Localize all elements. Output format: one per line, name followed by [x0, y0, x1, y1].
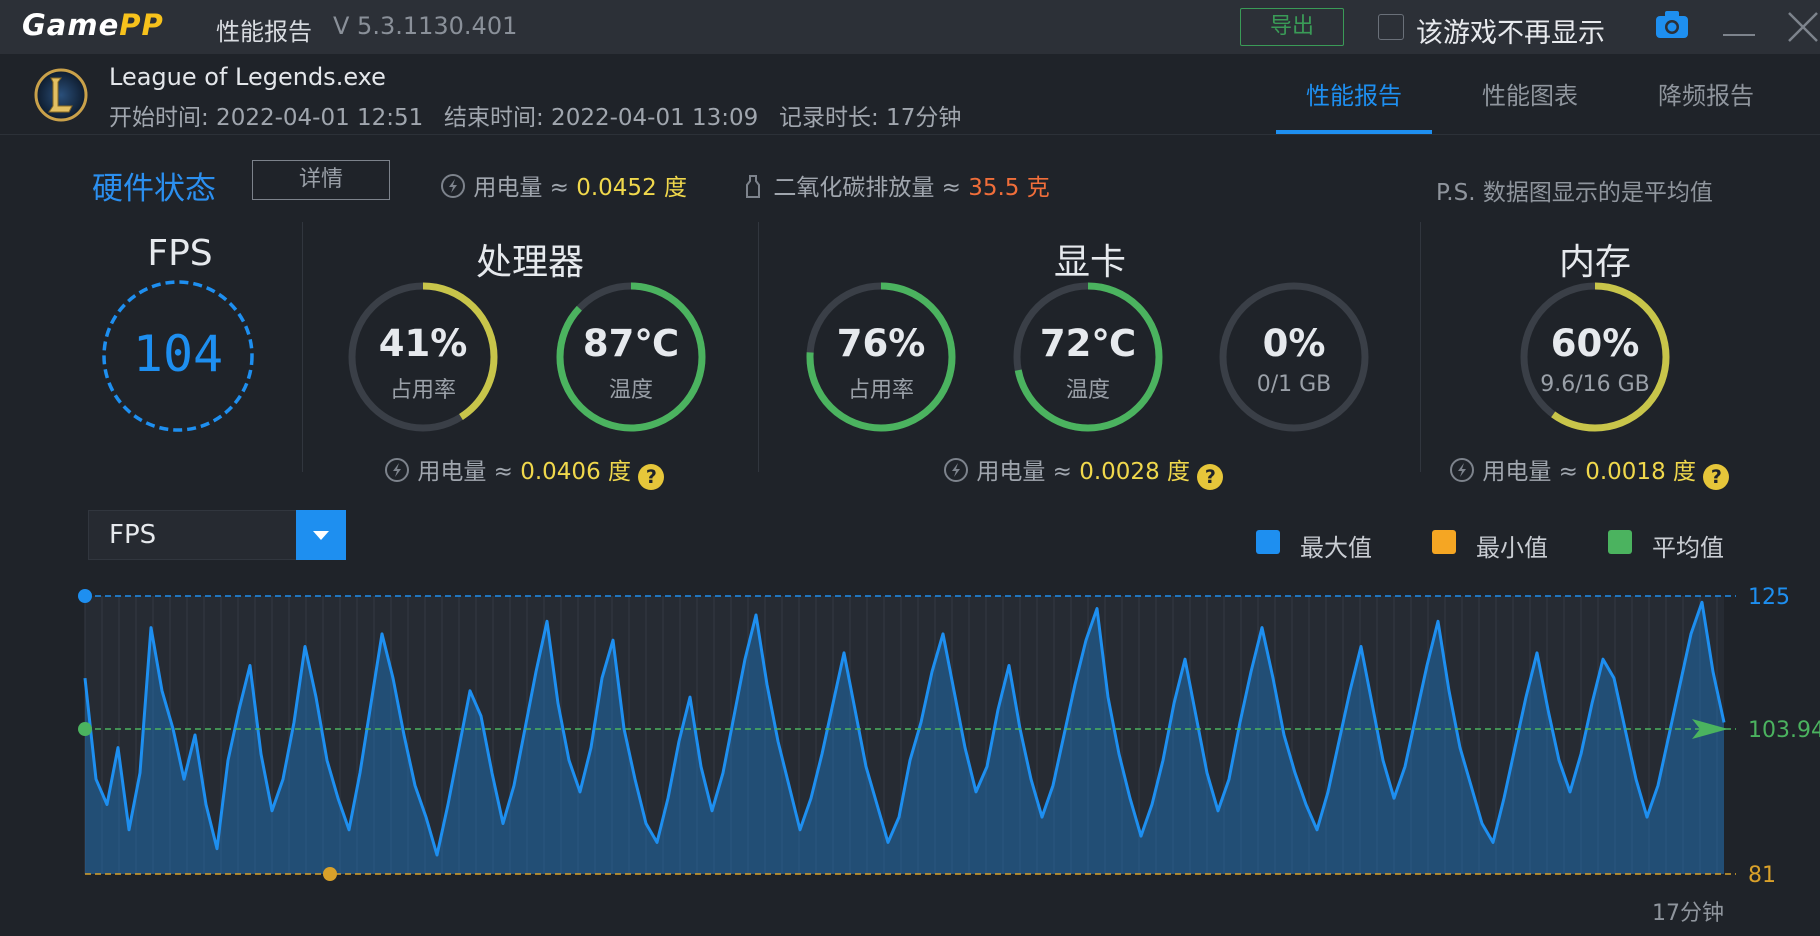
gpu-vram-label: 0/1 GB — [1256, 372, 1332, 397]
tab-performance-charts[interactable]: 性能图表 — [1482, 76, 1578, 111]
cpu-power-label: 用电量 ≈ — [417, 459, 521, 485]
memory-usage-value: 60% — [1550, 322, 1640, 365]
total-power: 用电量 ≈ 0.0452 度 — [440, 168, 687, 202]
average-note: P.S. 数据图显示的是平均值 — [1436, 180, 1713, 206]
close-icon[interactable] — [1786, 10, 1820, 44]
tab-performance-report[interactable]: 性能报告 — [1306, 76, 1402, 111]
game-name: League of Legends.exe — [109, 63, 386, 91]
app-title: 性能报告 — [216, 18, 312, 46]
memory-title: 内存 — [1558, 242, 1631, 283]
avg-marker — [78, 722, 92, 737]
chevron-down-icon[interactable] — [296, 510, 346, 560]
memory-power-value: 0.0018 度 — [1585, 459, 1697, 485]
hide-game-checkbox[interactable] — [1378, 14, 1404, 40]
divider — [758, 222, 759, 472]
cpu-usage-label: 占用率 — [389, 378, 456, 403]
metric-select[interactable]: FPS — [88, 510, 298, 560]
legend-avg-swatch — [1608, 530, 1632, 554]
league-icon — [34, 68, 88, 122]
gpu-usage-label: 占用率 — [847, 378, 914, 403]
cpu-temp-label: 温度 — [608, 378, 653, 403]
hardware-status-title: 硬件状态 — [92, 171, 216, 207]
co2-value: 35.5 克 — [968, 175, 1050, 201]
avg-reference-label: 103.94 — [1748, 718, 1820, 743]
duration: 记录时长: 17分钟 — [779, 105, 962, 131]
legend-max-swatch — [1256, 530, 1280, 554]
gpu-power: 用电量 ≈ 0.0028 度 ? — [943, 452, 1224, 490]
co2-bottle-icon — [746, 175, 760, 198]
cpu-temp-value: 87℃ — [582, 322, 680, 365]
power-icon — [385, 458, 409, 482]
start-time: 开始时间: 2022-04-01 12:51 — [109, 105, 424, 131]
tab-throttle-report[interactable]: 降频报告 — [1658, 76, 1754, 111]
power-icon — [1450, 458, 1474, 482]
fps-title: FPS — [147, 233, 213, 274]
header-divider — [0, 134, 1820, 135]
cpu-power-value: 0.0406 度 — [520, 459, 632, 485]
power-label: 用电量 ≈ — [473, 175, 577, 201]
help-icon[interactable]: ? — [638, 464, 665, 490]
legend-max[interactable]: 最大值 — [1300, 528, 1372, 563]
power-icon — [441, 174, 465, 198]
export-button[interactable]: 导出 — [1240, 8, 1344, 46]
power-icon — [944, 458, 968, 482]
memory-power-label: 用电量 ≈ — [1482, 459, 1586, 485]
max-marker — [78, 589, 92, 603]
gpu-usage-value: 76% — [836, 322, 926, 365]
co2-emission: 二氧化碳排放量 ≈ 35.5 克 — [740, 168, 1050, 202]
gpu-power-label: 用电量 ≈ — [976, 459, 1080, 485]
gpu-temp-value: 72℃ — [1039, 322, 1137, 365]
legend-avg[interactable]: 平均值 — [1652, 528, 1724, 563]
memory-usage-label: 9.6/16 GB — [1540, 372, 1650, 397]
minimize-icon[interactable] — [1723, 34, 1755, 36]
memory-power: 用电量 ≈ 0.0018 度 ? — [1449, 452, 1730, 490]
gpu-temp-label: 温度 — [1065, 378, 1110, 403]
legend-min[interactable]: 最小值 — [1476, 528, 1548, 563]
legend-min-swatch — [1432, 530, 1456, 554]
max-reference-label: 125 — [1748, 585, 1790, 610]
title-bar: GamePP 性能报告 V 5.3.1130.401 导出 该游戏不再显示 — [0, 0, 1820, 54]
gpu-vram-value: 0% — [1262, 322, 1326, 365]
help-icon[interactable]: ? — [1703, 464, 1730, 490]
divider — [1420, 222, 1421, 472]
divider — [302, 222, 303, 472]
details-button[interactable]: 详情 — [252, 160, 390, 200]
help-icon[interactable]: ? — [1197, 464, 1224, 490]
cpu-usage-value: 41% — [378, 322, 468, 365]
hide-game-label[interactable]: 该游戏不再显示 — [1416, 11, 1605, 50]
co2-label: 二氧化碳排放量 ≈ — [773, 175, 969, 201]
fps-value: 104 — [132, 325, 224, 383]
gamepp-logo: GamePP — [22, 8, 164, 42]
gpu-title: 显卡 — [1053, 242, 1126, 283]
gpu-power-value: 0.0028 度 — [1079, 459, 1191, 485]
chart-x-end-label: 17分钟 — [1652, 901, 1724, 926]
end-time: 结束时间: 2022-04-01 13:09 — [444, 105, 759, 131]
cpu-title: 处理器 — [475, 242, 584, 283]
power-value: 0.0452 度 — [576, 175, 688, 201]
fps-chart: 125 103.94 81 17分钟 — [78, 585, 1820, 926]
min-reference-label: 81 — [1748, 863, 1776, 888]
min-marker — [323, 867, 337, 881]
app-version: V 5.3.1130.401 — [333, 12, 518, 40]
camera-icon[interactable] — [1655, 10, 1689, 40]
cpu-power: 用电量 ≈ 0.0406 度 ? — [384, 452, 665, 490]
